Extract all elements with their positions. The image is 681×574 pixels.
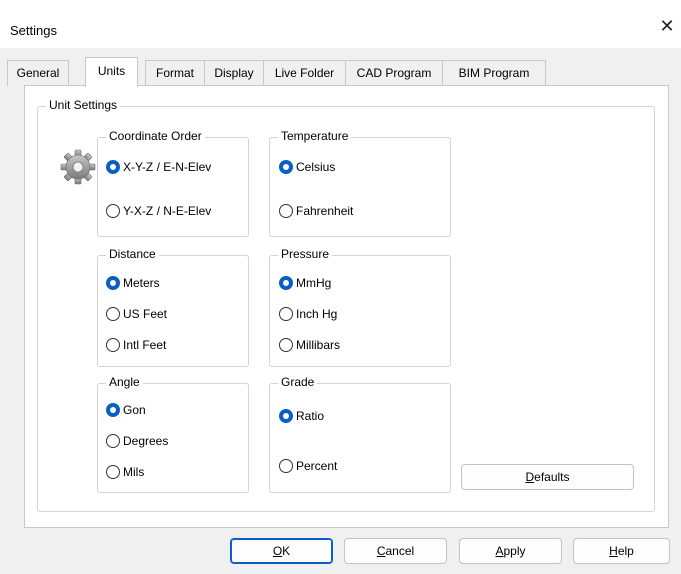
radio-unselected-icon — [106, 465, 120, 479]
radio-gon[interactable]: Gon — [106, 403, 146, 417]
mnemonic: D — [525, 470, 535, 484]
tab-general[interactable]: General — [7, 60, 69, 86]
grade-group: Grade Ratio Percent — [269, 375, 451, 493]
tab-cad-program[interactable]: CAD Program — [345, 60, 443, 86]
radio-intl-feet[interactable]: Intl Feet — [106, 338, 166, 352]
radio-mmhg[interactable]: MmHg — [279, 276, 331, 290]
ok-button[interactable]: OK — [230, 538, 333, 564]
temperature-group: Temperature Celsius Fahrenheit — [269, 129, 451, 237]
coordinate-order-group: Coordinate Order X-Y-Z / E-N-Elev Y-X-Z … — [97, 129, 249, 237]
button-label: K — [282, 544, 291, 558]
unit-settings-label: Unit Settings — [46, 98, 121, 112]
gear-icon — [60, 149, 96, 185]
tab-format[interactable]: Format — [145, 60, 205, 86]
temperature-label: Temperature — [278, 129, 352, 143]
settings-dialog: Settings ✕ General Units Format Display … — [0, 0, 681, 574]
radio-label: Inch Hg — [296, 307, 338, 321]
radio-millibars[interactable]: Millibars — [279, 338, 340, 352]
coordinate-order-label: Coordinate Order — [106, 129, 205, 143]
apply-button[interactable]: Apply — [459, 538, 562, 564]
radio-ratio[interactable]: Ratio — [279, 409, 324, 423]
pressure-label: Pressure — [278, 247, 333, 261]
radio-label: Meters — [123, 276, 160, 290]
tab-units[interactable]: Units — [85, 57, 138, 87]
radio-selected-icon — [106, 276, 120, 290]
radio-unselected-icon — [279, 204, 293, 218]
distance-group: Distance Meters US Feet Intl Feet — [97, 247, 249, 367]
grade-label: Grade — [278, 375, 318, 389]
radio-inch-hg[interactable]: Inch Hg — [279, 307, 337, 321]
radio-unselected-icon — [279, 307, 293, 321]
button-label: pply — [503, 544, 526, 558]
mnemonic: O — [272, 544, 283, 558]
tab-bim-program[interactable]: BIM Program — [442, 60, 546, 86]
radio-unselected-icon — [106, 434, 120, 448]
radio-selected-icon — [106, 160, 120, 174]
radio-label: X-Y-Z / E-N-Elev — [123, 160, 212, 174]
tab-live-folder[interactable]: Live Folder — [263, 60, 346, 86]
radio-label: Percent — [296, 459, 338, 473]
radio-label: Mils — [123, 465, 145, 479]
radio-celsius[interactable]: Celsius — [279, 160, 335, 174]
mnemonic: H — [609, 544, 618, 558]
close-icon[interactable]: ✕ — [653, 12, 681, 40]
radio-label: US Feet — [123, 307, 168, 321]
radio-mils[interactable]: Mils — [106, 465, 144, 479]
help-button[interactable]: Help — [573, 538, 670, 564]
tab-display[interactable]: Display — [204, 60, 264, 86]
radio-unselected-icon — [106, 307, 120, 321]
radio-label: Millibars — [296, 338, 341, 352]
radio-label: Fahrenheit — [296, 204, 354, 218]
cancel-button[interactable]: Cancel — [344, 538, 447, 564]
radio-selected-icon — [279, 276, 293, 290]
radio-unselected-icon — [106, 204, 120, 218]
angle-label: Angle — [106, 375, 143, 389]
unit-settings-group: Unit Settings Coordinate Order X-Y-Z / E… — [37, 98, 655, 512]
radio-unselected-icon — [106, 338, 120, 352]
button-label: ancel — [385, 544, 415, 558]
radio-label: Celsius — [296, 160, 336, 174]
radio-degrees[interactable]: Degrees — [106, 434, 168, 448]
button-label: efaults — [534, 470, 570, 484]
title-bar: Settings ✕ — [0, 0, 681, 48]
radio-selected-icon — [106, 403, 120, 417]
radio-label: Y-X-Z / N-E-Elev — [123, 204, 212, 218]
defaults-button[interactable]: Defaults — [461, 464, 634, 490]
radio-meters[interactable]: Meters — [106, 276, 160, 290]
radio-fahrenheit[interactable]: Fahrenheit — [279, 204, 353, 218]
radio-label: MmHg — [296, 276, 332, 290]
units-tab-panel: Unit Settings Coordinate Order X-Y-Z / E… — [24, 85, 669, 528]
window-title: Settings — [10, 23, 57, 38]
radio-label: Intl Feet — [123, 338, 167, 352]
radio-unselected-icon — [279, 459, 293, 473]
button-label: elp — [617, 544, 634, 558]
radio-xyz[interactable]: X-Y-Z / E-N-Elev — [106, 160, 211, 174]
radio-label: Degrees — [123, 434, 169, 448]
radio-percent[interactable]: Percent — [279, 459, 337, 473]
mnemonic: A — [495, 544, 504, 558]
radio-selected-icon — [279, 160, 293, 174]
radio-selected-icon — [279, 409, 293, 423]
radio-us-feet[interactable]: US Feet — [106, 307, 167, 321]
angle-group: Angle Gon Degrees Mils — [97, 375, 249, 493]
pressure-group: Pressure MmHg Inch Hg Millibars — [269, 247, 451, 367]
distance-label: Distance — [106, 247, 159, 261]
radio-yxz[interactable]: Y-X-Z / N-E-Elev — [106, 204, 211, 218]
radio-label: Ratio — [296, 409, 325, 423]
radio-unselected-icon — [279, 338, 293, 352]
radio-label: Gon — [123, 403, 146, 417]
